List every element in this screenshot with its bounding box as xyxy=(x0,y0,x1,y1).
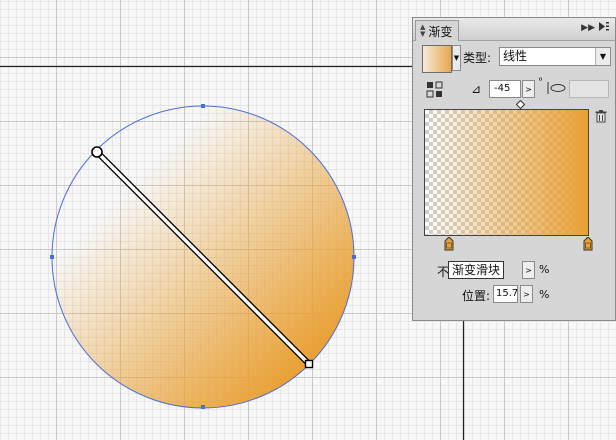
angle-input[interactable]: -45 xyxy=(489,80,521,98)
gradient-stop-end[interactable] xyxy=(583,237,593,251)
location-value: 15.7 xyxy=(496,288,519,299)
anchor-point-left[interactable] xyxy=(50,255,54,259)
gradient-origin-handle[interactable] xyxy=(91,146,103,158)
location-stepper[interactable]: > xyxy=(520,285,533,303)
gradient-slider-tooltip: 渐变滑块 xyxy=(448,261,505,279)
swatch-dropdown-arrow[interactable]: ▼ xyxy=(452,45,461,71)
collapse-panel-icon[interactable]: ▶▶ xyxy=(581,23,595,33)
angle-unit: ° xyxy=(538,77,543,88)
gradient-stop-start[interactable] xyxy=(444,237,454,251)
panel-controls: ▶▶ xyxy=(581,22,609,34)
aspect-ratio-input[interactable] xyxy=(569,80,609,98)
chevron-down-icon[interactable]: ▼ xyxy=(595,48,610,65)
reverse-gradient-icon[interactable] xyxy=(426,81,443,98)
trash-icon[interactable] xyxy=(595,110,607,123)
gradient-panel: ▲ ▼ 渐变 ▶▶ ▼ 类型: 线性 ▼ ⊿ -45 > ° 不 渐变滑块 > … xyxy=(412,17,616,321)
anchor-point-right[interactable] xyxy=(352,255,356,259)
gradient-end-handle[interactable] xyxy=(304,359,314,369)
gradient-ramp-fill xyxy=(425,110,588,235)
type-select-value: 线性 xyxy=(503,49,528,63)
panel-menu-icon[interactable] xyxy=(599,22,609,34)
panel-title: 渐变 xyxy=(428,24,453,39)
panel-titlebar[interactable]: ▲ ▼ 渐变 ▶▶ xyxy=(413,18,615,41)
type-label: 类型: xyxy=(463,51,492,65)
location-input[interactable]: 15.7 xyxy=(493,285,518,303)
location-label: 位置: xyxy=(462,289,491,303)
panel-options-toggle-icon[interactable]: ▲ ▼ xyxy=(420,24,425,38)
gradient-midpoint-diamond[interactable] xyxy=(516,100,525,109)
gradient-swatch[interactable] xyxy=(422,45,452,73)
angle-value: -45 xyxy=(494,83,511,94)
opacity-unit: % xyxy=(539,263,550,276)
type-select[interactable]: 线性 ▼ xyxy=(499,47,611,66)
angle-stepper[interactable]: > xyxy=(522,80,535,98)
tab-gradient[interactable]: ▲ ▼ 渐变 xyxy=(415,20,460,41)
aspect-ratio-icon xyxy=(547,82,566,94)
angle-icon: ⊿ xyxy=(471,82,482,96)
opacity-stepper[interactable]: > xyxy=(522,261,535,279)
anchor-point-top[interactable] xyxy=(201,104,205,108)
location-unit: % xyxy=(539,288,550,301)
gradient-slider-ramp[interactable] xyxy=(424,109,589,236)
anchor-point-bottom[interactable] xyxy=(201,405,205,409)
